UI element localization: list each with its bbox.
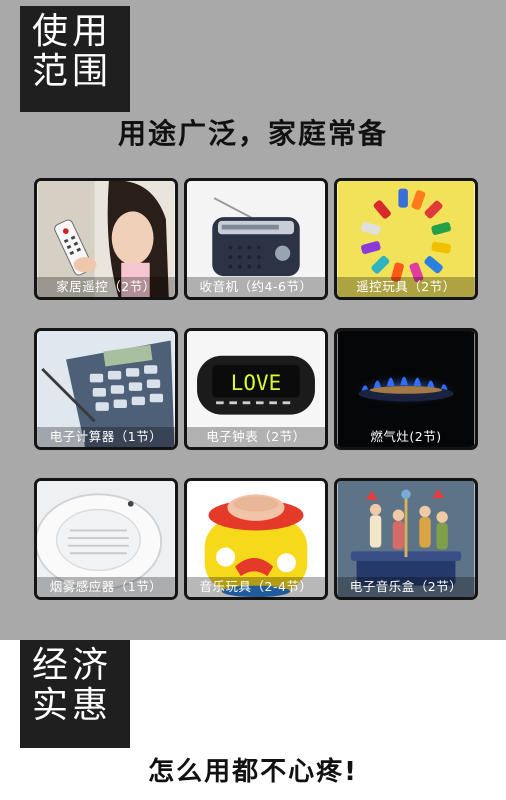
tile-remote: 家居遥控（2节） (34, 178, 178, 300)
tile-caption: 收音机（约4-6节） (187, 277, 325, 297)
tile-caption: 电子钟表（2节） (187, 427, 325, 447)
tile-clock: LOVE 电子钟表（2节） (184, 328, 328, 450)
tile-gas-stove: 燃气灶(2节) (334, 328, 478, 450)
tile-caption: 遥控玩具（2节） (337, 277, 475, 297)
usage-tag-line2: 范围 (32, 51, 113, 92)
value-headline: 怎么用都不心疼! (148, 757, 358, 787)
value-tag: 经济 实惠 (20, 640, 130, 748)
tile-calculator: 电子计算器（1节） (34, 328, 178, 450)
tile-toy-cars: 遥控玩具（2节） (334, 178, 478, 300)
tile-music-box: 电子音乐盒（2节） (334, 478, 478, 600)
value-tag-line2: 实惠 (32, 685, 113, 726)
tile-music-toy: 音乐玩具（2-4节） (184, 478, 328, 600)
usage-headline: 用途广泛，家庭常备 (117, 117, 388, 150)
value-tag-line1: 经济 (32, 645, 113, 686)
tile-radio: 收音机（约4-6节） (184, 178, 328, 300)
tile-caption: 音乐玩具（2-4节） (187, 577, 325, 597)
tile-caption: 电子音乐盒（2节） (337, 577, 475, 597)
usage-grid: 家居遥控（2节） 收音机（约4-6节） 遥控玩具（2节） 电子计算器（1节） L… (34, 178, 478, 602)
clock-display: LOVE (231, 371, 281, 395)
tile-caption: 烟雾感应器（1节） (37, 577, 175, 597)
usage-tag: 使用 范围 (20, 6, 130, 112)
usage-tag-line1: 使用 (32, 11, 113, 52)
tile-caption: 燃气灶(2节) (370, 429, 442, 444)
tile-smoke-detector: 烟雾感应器（1节） (34, 478, 178, 600)
tile-caption: 电子计算器（1节） (37, 427, 175, 447)
tile-caption: 家居遥控（2节） (37, 277, 175, 297)
